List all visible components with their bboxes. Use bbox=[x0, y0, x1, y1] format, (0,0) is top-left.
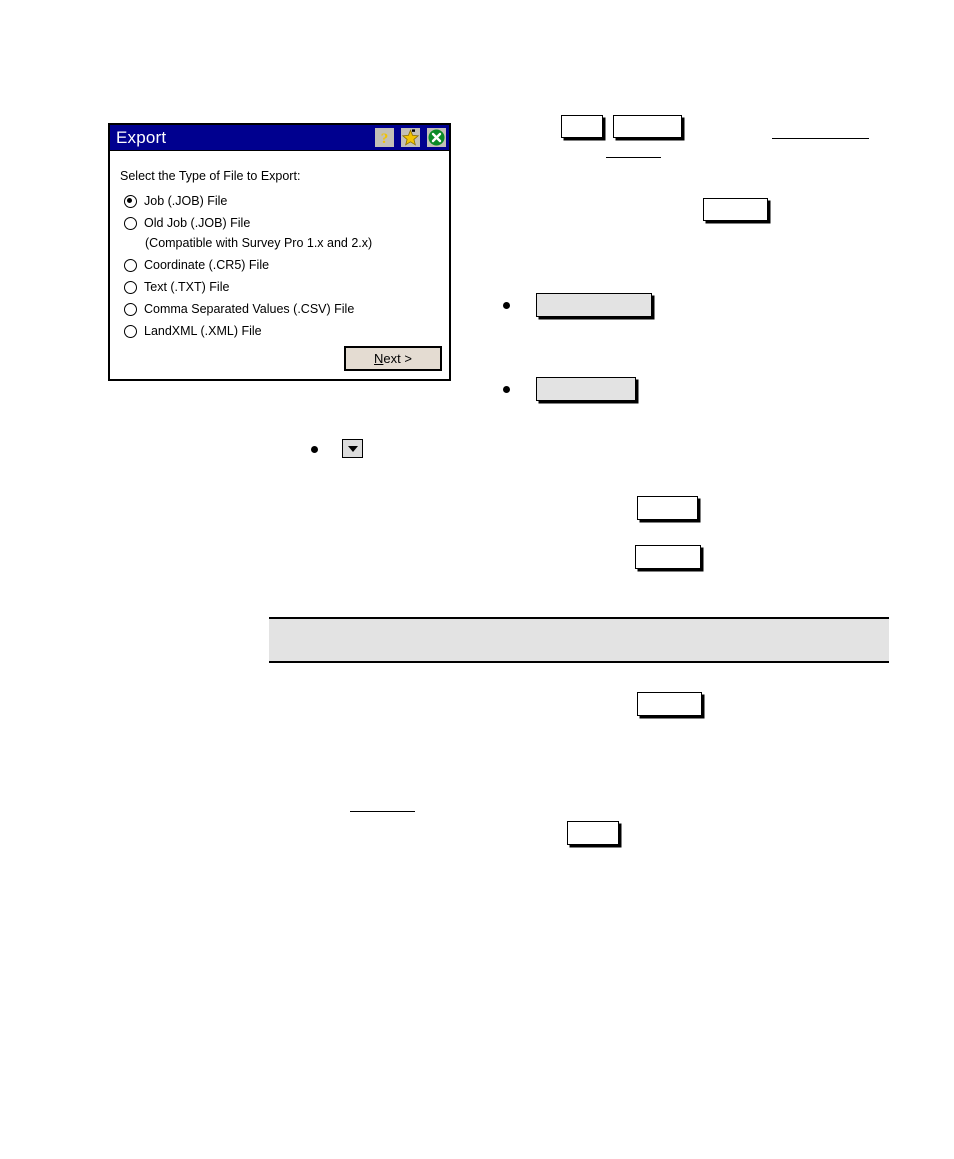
favorites-star-icon[interactable] bbox=[401, 128, 420, 147]
radio-indicator-text[interactable] bbox=[124, 280, 137, 294]
dialog-title: Export bbox=[116, 128, 167, 147]
radio-label-job: Job (.JOB) File bbox=[144, 194, 228, 208]
blank-button-2[interactable] bbox=[613, 115, 682, 138]
radio-option-landxml[interactable]: LandXML (.XML) File bbox=[124, 320, 449, 342]
close-icon[interactable] bbox=[427, 128, 446, 147]
radio-label-text: Text (.TXT) File bbox=[144, 280, 230, 294]
radio-option-coordinate[interactable]: Coordinate (.CR5) File bbox=[124, 254, 449, 276]
blank-button-5[interactable] bbox=[536, 377, 636, 401]
radio-indicator-coordinate[interactable] bbox=[124, 258, 137, 272]
next-button[interactable]: Next > bbox=[344, 346, 442, 371]
dialog-titlebar: Export ? bbox=[110, 125, 449, 151]
radio-label-coordinate: Coordinate (.CR5) File bbox=[144, 258, 270, 272]
radio-option-old-job[interactable]: Old Job (.JOB) File bbox=[124, 212, 449, 234]
blank-button-9[interactable] bbox=[567, 821, 619, 845]
radio-option-text[interactable]: Text (.TXT) File bbox=[124, 276, 449, 298]
chevron-down-icon bbox=[347, 445, 358, 452]
redacted-link-1 bbox=[772, 138, 869, 139]
dropdown-arrow-button[interactable] bbox=[342, 439, 363, 458]
next-button-accel: N bbox=[374, 351, 384, 366]
blank-button-8[interactable] bbox=[637, 692, 702, 716]
radio-option-job[interactable]: Job (.JOB) File bbox=[124, 190, 449, 212]
old-job-compatibility-note: (Compatible with Survey Pro 1.x and 2.x) bbox=[145, 236, 373, 250]
help-icon[interactable]: ? bbox=[375, 128, 394, 147]
blank-button-6[interactable] bbox=[637, 496, 698, 520]
blank-button-7[interactable] bbox=[635, 545, 701, 569]
radio-label-landxml: LandXML (.XML) File bbox=[144, 324, 262, 338]
redacted-link-3 bbox=[350, 811, 415, 812]
note-callout-box bbox=[269, 617, 889, 663]
next-button-rest: ext > bbox=[383, 351, 412, 366]
radio-label-old-job: Old Job (.JOB) File bbox=[144, 216, 251, 230]
blank-button-3[interactable] bbox=[703, 198, 768, 221]
export-dialog: Export ? Select the Type of File to Expo… bbox=[108, 123, 451, 381]
redacted-link-2 bbox=[606, 157, 661, 158]
export-prompt-label: Select the Type of File to Export: bbox=[120, 169, 301, 183]
radio-option-csv[interactable]: Comma Separated Values (.CSV) File bbox=[124, 298, 449, 320]
blank-button-1[interactable] bbox=[561, 115, 603, 138]
bullet-1 bbox=[503, 302, 510, 309]
radio-indicator-job[interactable] bbox=[124, 194, 137, 208]
radio-indicator-landxml[interactable] bbox=[124, 324, 137, 338]
radio-indicator-old-job[interactable] bbox=[124, 216, 137, 230]
titlebar-icon-group: ? bbox=[375, 125, 449, 151]
radio-indicator-csv[interactable] bbox=[124, 302, 137, 316]
dialog-body: Select the Type of File to Export: Job (… bbox=[110, 151, 449, 379]
svg-text:?: ? bbox=[381, 131, 389, 147]
bullet-2 bbox=[503, 386, 510, 393]
bullet-3 bbox=[311, 446, 318, 453]
blank-button-4[interactable] bbox=[536, 293, 652, 317]
radio-label-csv: Comma Separated Values (.CSV) File bbox=[144, 302, 355, 316]
